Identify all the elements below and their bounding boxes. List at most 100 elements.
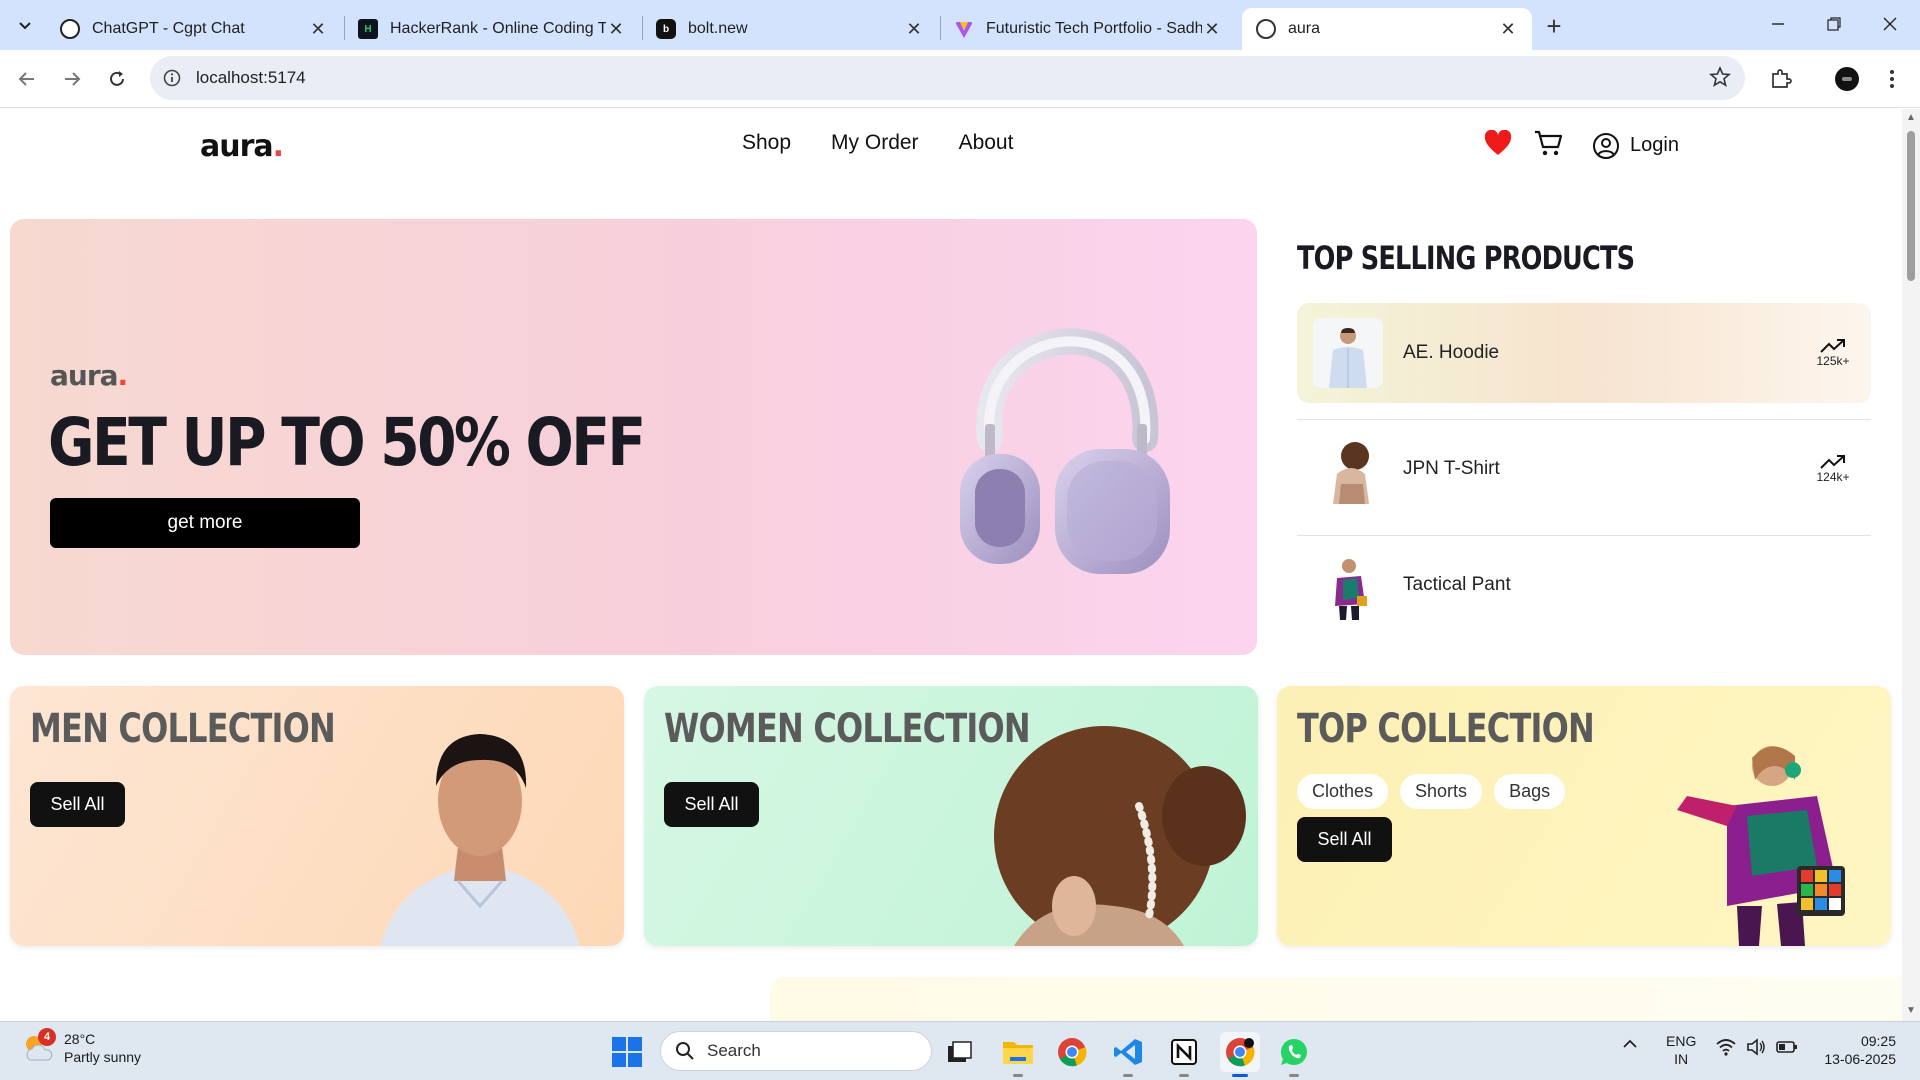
- nav-my-order[interactable]: My Order: [831, 131, 919, 155]
- windows-taskbar: 4 28°C Partly sunny Search ENG IN 09:25 …: [0, 1021, 1920, 1080]
- new-tab-button[interactable]: +: [1540, 11, 1568, 41]
- restore-button[interactable]: [1806, 6, 1862, 42]
- product-name: Tactical Pant: [1403, 574, 1511, 595]
- browser-menu-button[interactable]: [1875, 62, 1909, 96]
- product-thumbnail: [1313, 318, 1383, 388]
- get-more-button[interactable]: get more: [50, 498, 360, 548]
- battery-icon: [1776, 1041, 1797, 1053]
- product-name: AE. Hoodie: [1403, 342, 1500, 363]
- tab-hackerrank[interactable]: H HackerRank - Online Coding Te ✕: [344, 8, 640, 50]
- tab-title: Futuristic Tech Portfolio - Sadha: [986, 20, 1202, 37]
- nav-about[interactable]: About: [959, 131, 1014, 155]
- weather-widget[interactable]: 4 28°C Partly sunny: [22, 1028, 141, 1066]
- close-icon[interactable]: ✕: [904, 19, 924, 39]
- nav-shop[interactable]: Shop: [742, 131, 791, 155]
- top-collection-card[interactable]: TOP COLLECTION Clothes Shorts Bags Sell …: [1277, 686, 1891, 946]
- sell-all-button[interactable]: Sell All: [30, 782, 125, 827]
- hero-title: GET UP TO 50% OFF: [48, 404, 646, 481]
- sales-count: 124k+: [1816, 470, 1850, 484]
- chip-clothes[interactable]: Clothes: [1297, 774, 1389, 809]
- aura-icon: [1256, 19, 1276, 39]
- page-scrollbar[interactable]: ▲ ▼: [1902, 109, 1920, 1021]
- notion-icon: [1171, 1039, 1197, 1065]
- tab-bolt[interactable]: b bolt.new ✕: [642, 8, 938, 50]
- product-image-pant: [1313, 550, 1383, 620]
- show-hidden-icons-button[interactable]: [1622, 1036, 1638, 1055]
- site-info-button[interactable]: [150, 69, 194, 87]
- tab-title: ChatGPT - Cgpt Chat: [92, 20, 245, 37]
- active-indicator: [1232, 1074, 1248, 1077]
- close-icon[interactable]: ✕: [308, 19, 328, 39]
- clock[interactable]: 09:25 13-06-2025: [1816, 1032, 1896, 1068]
- extensions-button[interactable]: [1764, 62, 1798, 96]
- chip-bags[interactable]: Bags: [1494, 774, 1566, 809]
- tab-portfolio[interactable]: Futuristic Tech Portfolio - Sadha ✕: [940, 8, 1236, 50]
- tab-chatgpt[interactable]: ChatGPT - Cgpt Chat ✕: [46, 8, 342, 50]
- wishlist-heart-icon[interactable]: [1484, 129, 1512, 161]
- hero-brand-logo: aura.: [50, 359, 129, 392]
- taskbar-app-chrome-profile[interactable]: [1220, 1032, 1260, 1077]
- temperature: 28°C: [64, 1031, 96, 1047]
- sales-count: 125k+: [1816, 354, 1850, 368]
- product-thumbnail: [1313, 550, 1383, 620]
- taskbar-app-whatsapp[interactable]: [1274, 1032, 1314, 1077]
- scroll-up-icon[interactable]: ▲: [1905, 112, 1917, 124]
- language-indicator[interactable]: ENG IN: [1666, 1032, 1696, 1068]
- scroll-thumb[interactable]: [1907, 131, 1915, 281]
- close-icon[interactable]: ✕: [606, 19, 626, 39]
- back-button[interactable]: [10, 62, 44, 96]
- reload-button[interactable]: [100, 62, 134, 96]
- page-content: aura. Shop My Order About Login aura. GE…: [0, 109, 1902, 1021]
- restore-icon: [1827, 17, 1841, 31]
- minimize-button[interactable]: [1750, 6, 1806, 42]
- bookmark-star-icon[interactable]: [1709, 65, 1731, 93]
- taskbar-app-notion[interactable]: [1164, 1032, 1204, 1077]
- tab-search-button[interactable]: [8, 8, 42, 42]
- browser-toolbar: localhost:5174: [0, 50, 1920, 108]
- hero-brand-dot: .: [117, 359, 129, 392]
- volume-icon: [1747, 1038, 1765, 1056]
- close-icon: [1883, 17, 1897, 31]
- address-bar[interactable]: localhost:5174: [150, 56, 1745, 100]
- taskbar-search[interactable]: Search: [660, 1031, 932, 1071]
- cart-icon[interactable]: [1534, 129, 1564, 162]
- collection-title: MEN COLLECTION: [30, 706, 336, 752]
- whatsapp-icon: [1280, 1038, 1307, 1066]
- headphones-image: [960, 328, 1170, 574]
- start-button[interactable]: [612, 1037, 642, 1072]
- taskbar-app-chrome[interactable]: [1052, 1032, 1092, 1072]
- trend-indicator: 124k+: [1803, 454, 1863, 484]
- sell-all-button[interactable]: Sell All: [1297, 817, 1392, 862]
- taskbar-app-taskview[interactable]: [940, 1032, 980, 1072]
- tab-title: HackerRank - Online Coding Te: [390, 20, 606, 37]
- top-model-image: [1677, 746, 1845, 946]
- tab-title: aura: [1288, 20, 1321, 37]
- browser-tab-bar: ChatGPT - Cgpt Chat ✕ H HackerRank - Onl…: [0, 0, 1920, 50]
- system-tray-status[interactable]: [1716, 1038, 1798, 1056]
- profile-avatar[interactable]: [1830, 62, 1864, 96]
- close-icon[interactable]: ✕: [1202, 19, 1222, 39]
- collection-chips: Clothes Shorts Bags: [1297, 774, 1566, 809]
- forward-button[interactable]: [55, 62, 89, 96]
- close-window-button[interactable]: [1862, 6, 1918, 42]
- date: 13-06-2025: [1824, 1051, 1896, 1067]
- site-logo[interactable]: aura.: [200, 129, 284, 164]
- chatgpt-icon: [60, 19, 80, 39]
- tab-aura[interactable]: aura ✕: [1242, 8, 1532, 50]
- login-label: Login: [1630, 134, 1679, 156]
- sell-all-button[interactable]: Sell All: [664, 782, 759, 827]
- top-selling-item[interactable]: AE. Hoodie 125k+: [1297, 303, 1871, 403]
- top-selling-item[interactable]: Tactical Pant: [1297, 535, 1871, 635]
- taskbar-app-explorer[interactable]: [998, 1032, 1038, 1077]
- search-icon: [676, 1042, 694, 1060]
- login-button[interactable]: Login: [1592, 132, 1679, 160]
- scroll-down-icon[interactable]: ▼: [1905, 1005, 1917, 1017]
- avatar: [1835, 67, 1859, 91]
- taskbar-app-vscode[interactable]: [1108, 1032, 1148, 1077]
- chip-shorts[interactable]: Shorts: [1400, 774, 1483, 809]
- men-collection-card[interactable]: MEN COLLECTION Sell All: [10, 686, 624, 946]
- women-collection-card[interactable]: WOMEN COLLECTION Sell All: [644, 686, 1258, 946]
- close-icon[interactable]: ✕: [1498, 19, 1518, 39]
- url-text[interactable]: localhost:5174: [196, 68, 306, 88]
- top-selling-item[interactable]: JPN T-Shirt 124k+: [1297, 419, 1871, 519]
